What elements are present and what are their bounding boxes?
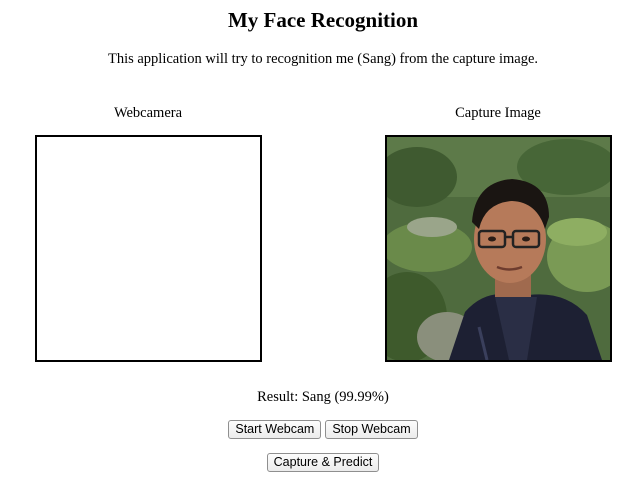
start-webcam-button[interactable]: Start Webcam [228,420,322,439]
captured-face-photo [387,137,610,360]
webcam-video-frame [35,135,262,362]
capture-image-label: Capture Image [455,105,541,121]
capture-predict-button[interactable]: Capture & Predict [266,453,380,472]
face-recognition-page: My Face Recognition This application wil… [0,0,640,480]
capture-controls: Capture & Predict [0,453,640,472]
webcam-controls: Start Webcam Stop Webcam [0,420,640,439]
page-title: My Face Recognition [227,8,419,32]
prediction-result: Result: Sang (99.99%) [257,389,389,405]
stop-webcam-button[interactable]: Stop Webcam [325,420,418,439]
capture-image-frame [385,135,612,362]
page-description: This application will try to recognition… [107,51,539,67]
webcam-label: Webcamera [113,105,183,121]
